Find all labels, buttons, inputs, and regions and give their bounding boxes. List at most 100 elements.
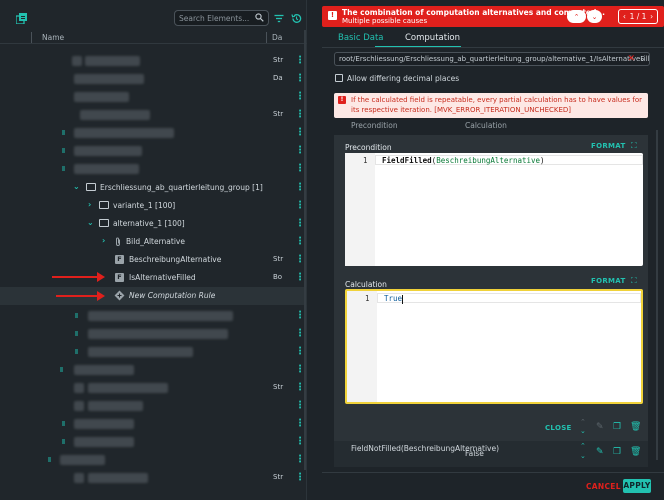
more-options-icon[interactable]: ⋮ xyxy=(295,109,305,121)
allow-decimal-label: Allow differing decimal places xyxy=(347,74,460,83)
tree-row[interactable]: ⋮ xyxy=(0,451,307,469)
more-options-icon[interactable]: ⋮ xyxy=(295,163,305,175)
tree-row[interactable]: ⋮ xyxy=(0,397,307,415)
tree-row[interactable]: ⋮ xyxy=(0,307,307,325)
tree-row[interactable]: ⋮ xyxy=(0,88,307,106)
apply-button[interactable]: APPLY xyxy=(623,479,651,493)
more-options-icon[interactable]: ⋮ xyxy=(295,218,305,230)
tree-scrollbar[interactable] xyxy=(304,30,306,470)
more-options-icon[interactable]: ⋮ xyxy=(295,400,305,412)
tab-basic-data[interactable]: Basic Data xyxy=(338,33,384,43)
chevron-up-icon[interactable]: ⌃ xyxy=(580,442,586,450)
tree-row[interactable]: ⋮ xyxy=(0,433,307,451)
chevron-down-icon[interactable]: ⌄ xyxy=(73,182,80,191)
search-input[interactable] xyxy=(179,13,255,23)
more-options-icon[interactable]: ⋮ xyxy=(295,236,305,248)
tree-row-new-rule[interactable]: New Computation Rule xyxy=(0,287,307,305)
search-icon[interactable] xyxy=(255,12,264,24)
redacted-text xyxy=(88,401,143,411)
tree-row[interactable]: ⋮ xyxy=(0,124,307,142)
tree-item-label: New Computation Rule xyxy=(129,291,216,300)
edit-icon[interactable]: ✎ xyxy=(596,447,604,457)
format-button[interactable]: FORMAT xyxy=(591,277,626,285)
precondition-code-editor[interactable]: 1 FieldFilled(BeschreibungAlternative) xyxy=(345,153,643,266)
chevron-right-icon[interactable]: › xyxy=(102,236,105,245)
delete-icon[interactable]: 🗑 xyxy=(630,422,641,432)
cancel-button[interactable]: CANCEL xyxy=(586,482,621,491)
tree-row[interactable]: ⋮ xyxy=(0,361,307,379)
column-name[interactable]: Name xyxy=(42,33,64,42)
tree-row[interactable]: Str ⋮ xyxy=(0,52,307,70)
copy-icon[interactable]: ❐ xyxy=(613,447,621,457)
folder-icon xyxy=(99,219,109,227)
tree-row[interactable]: ⋮ xyxy=(0,160,307,178)
more-options-icon[interactable]: ⋮ xyxy=(295,127,305,139)
edit-icon[interactable]: ✎ xyxy=(596,422,604,432)
redacted-text xyxy=(74,365,134,375)
more-options-icon[interactable]: ⋮ xyxy=(295,418,305,430)
tree-row[interactable]: ⋮ xyxy=(0,343,307,361)
more-options-icon[interactable]: ⋮ xyxy=(295,436,305,448)
tree-row[interactable]: ⋮ xyxy=(0,142,307,160)
tree-row[interactable]: Da ⋮ xyxy=(0,70,307,88)
tree-row-group[interactable]: ⌄ Erschliessung_ab_quartierleitung_group… xyxy=(0,179,307,197)
chevron-up-icon[interactable]: ⌃ xyxy=(580,418,586,426)
chevron-right-icon[interactable]: › xyxy=(88,200,91,209)
delete-icon[interactable]: 🗑 xyxy=(630,447,641,457)
more-options-icon[interactable]: ⋮ xyxy=(295,454,305,466)
more-options-icon[interactable]: ⋮ xyxy=(295,472,305,484)
panel-scrollbar[interactable] xyxy=(656,130,658,460)
more-options-icon[interactable]: ⋮ xyxy=(295,272,305,284)
chevron-down-icon[interactable]: ⌄ xyxy=(587,10,602,23)
pager-prev-icon[interactable]: ‹ xyxy=(623,12,626,21)
tree-row[interactable]: ⋮ xyxy=(0,325,307,343)
computation-panel: ! The combination of computation alterna… xyxy=(307,0,664,500)
more-options-icon[interactable]: ⋮ xyxy=(295,73,305,85)
more-options-icon[interactable]: ⋮ xyxy=(295,346,305,358)
search-field[interactable] xyxy=(174,10,269,26)
chevron-up-icon[interactable]: ⌃ xyxy=(567,10,586,23)
chevron-down-icon[interactable]: ⌄ xyxy=(87,218,94,227)
tree-row[interactable]: Str ⋮ xyxy=(0,379,307,397)
history-icon[interactable] xyxy=(289,11,303,25)
tree-row[interactable]: Str ⋮ xyxy=(0,469,307,487)
close-button[interactable]: CLOSE xyxy=(545,424,572,432)
error-subtitle: Multiple possible causes xyxy=(342,17,428,25)
tree-row-beschreibung[interactable]: F BeschreibungAlternative Str ⋮ xyxy=(0,251,307,269)
clear-icon[interactable]: ✕ xyxy=(627,53,635,65)
more-options-icon[interactable]: ⋮ xyxy=(295,254,305,266)
chevron-down-icon[interactable]: ⌄ xyxy=(580,427,586,435)
more-options-icon[interactable]: ⋮ xyxy=(295,364,305,376)
more-options-icon[interactable]: ⋮ xyxy=(295,55,305,67)
target-path-field[interactable]: root/Erschliessung/Erschliessung_ab_quar… xyxy=(334,52,650,66)
tree-row-alternative[interactable]: ⌄ alternative_1 [100] ⋮ xyxy=(0,215,307,233)
filter-icon[interactable] xyxy=(272,11,286,25)
copy-icon[interactable]: ❐ xyxy=(613,422,621,432)
tree-row[interactable]: ⋮ xyxy=(0,415,307,433)
column-precondition: Precondition xyxy=(351,121,398,130)
expand-icon[interactable]: ⛶ xyxy=(631,276,637,286)
tab-computation[interactable]: Computation xyxy=(405,33,460,43)
tree-row-isalternative[interactable]: F IsAlternativeFilled Bo ⋮ xyxy=(0,269,307,287)
tree-row-variante[interactable]: › variante_1 [100] ⋮ xyxy=(0,197,307,215)
dropdown-icon[interactable]: ⌄ xyxy=(639,53,646,65)
tree-row-bild[interactable]: › Bild_Alternative ⋮ xyxy=(0,233,307,251)
more-options-icon[interactable]: ⋮ xyxy=(295,382,305,394)
more-options-icon[interactable]: ⋮ xyxy=(295,182,305,194)
stack-icon[interactable] xyxy=(14,11,28,25)
tree-row[interactable]: Str ⋮ xyxy=(0,106,307,124)
more-options-icon[interactable]: ⋮ xyxy=(295,328,305,340)
more-options-icon[interactable]: ⋮ xyxy=(295,145,305,157)
more-options-icon[interactable]: ⋮ xyxy=(295,200,305,212)
computation-rule-row[interactable]: FieldNotFilled(BeschreibungAlternative) … xyxy=(334,441,648,467)
calculation-code-editor[interactable]: 1 True xyxy=(345,289,643,404)
expand-icon[interactable]: ⛶ xyxy=(631,141,637,151)
redacted-text xyxy=(74,419,134,429)
allow-decimal-checkbox[interactable] xyxy=(335,74,343,82)
more-options-icon[interactable]: ⋮ xyxy=(295,91,305,103)
column-da[interactable]: Da xyxy=(272,33,282,42)
pager-next-icon[interactable]: › xyxy=(650,12,653,21)
more-options-icon[interactable]: ⋮ xyxy=(295,310,305,322)
chevron-down-icon[interactable]: ⌄ xyxy=(580,452,586,460)
format-button[interactable]: FORMAT xyxy=(591,142,626,150)
